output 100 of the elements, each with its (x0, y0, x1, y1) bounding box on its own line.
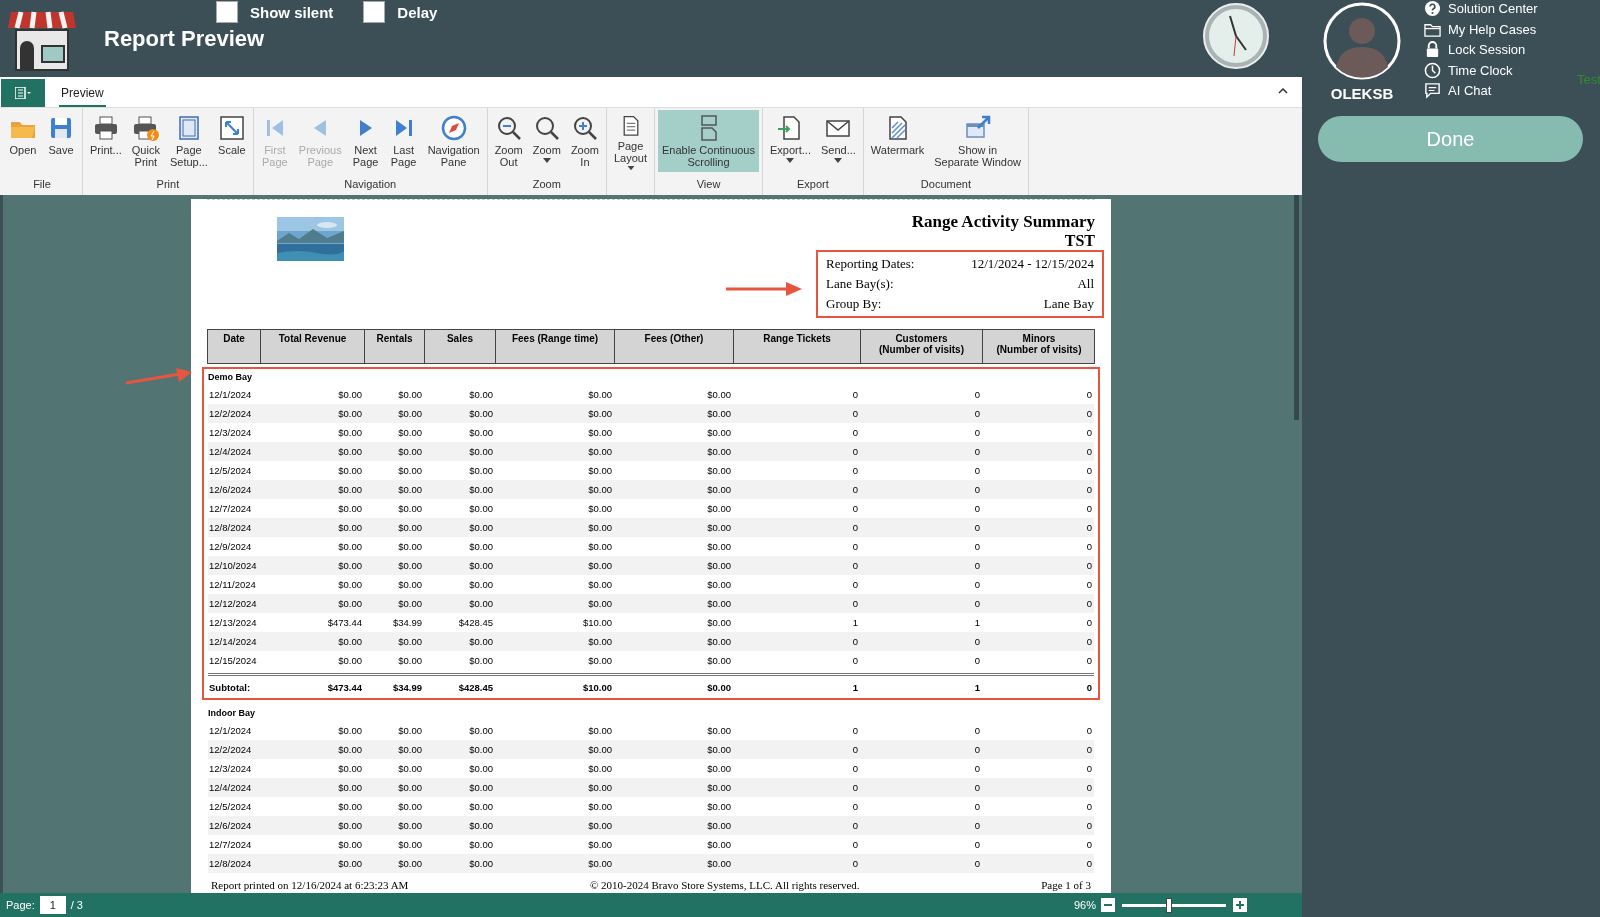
table-cell-text: 0 (1085, 484, 1093, 495)
table-cell-text: 0 (851, 446, 859, 457)
ribbon-button[interactable]: Open (5, 110, 41, 172)
ribbon-button[interactable]: Save (43, 110, 79, 172)
group-heading: Indoor Bay (208, 707, 256, 720)
lock-icon (1424, 41, 1441, 59)
table-cell-text: 0 (851, 636, 859, 647)
table-cell-text: $0.00 (468, 446, 494, 457)
table-cell-text: $0.00 (337, 820, 363, 831)
help-link[interactable]: Time Clock (1424, 61, 1538, 79)
table-cell-text: $0.00 (397, 598, 423, 609)
table-cell-text: $0.00 (587, 655, 613, 666)
table-cell-text: $0.00 (337, 598, 363, 609)
page-field[interactable]: 1 (39, 896, 66, 914)
table-cell-text: $0.00 (706, 681, 732, 693)
table-cell-text: $0.00 (706, 763, 732, 774)
table-cell-text: $0.00 (337, 503, 363, 514)
table-cell-text: 0 (1085, 522, 1093, 533)
table-cell-text: 0 (851, 560, 859, 571)
ribbon-button[interactable]: Navigation Pane (423, 110, 484, 172)
table-cell-text: 0 (1085, 744, 1093, 755)
group-label: Navigation (343, 178, 398, 192)
ribbon-button[interactable]: Scale (213, 110, 250, 172)
clock-icon (1424, 61, 1441, 79)
ribbon-button[interactable]: Zoom Out (490, 110, 527, 172)
ribbon-button[interactable]: Send... (816, 110, 860, 172)
ribbon-button[interactable]: Last Page (385, 110, 422, 172)
collapse-caret-icon[interactable] (1278, 88, 1288, 94)
table-cell-text: 0 (973, 465, 981, 476)
checkbox[interactable] (216, 1, 238, 23)
table-cell-text: $0.00 (587, 389, 613, 400)
table-cell-text: 0 (851, 408, 859, 419)
table-cell-text: $0.00 (706, 503, 732, 514)
zoom-out-button[interactable] (1101, 898, 1115, 912)
parameter-label: Group By: (826, 295, 882, 313)
table-cell-text: $0.00 (587, 427, 613, 438)
table-cell-text: $428.45 (457, 681, 494, 693)
checkbox[interactable] (363, 1, 386, 23)
table-cell-text: $0.00 (706, 636, 732, 647)
help-link[interactable]: Solution Center (1424, 0, 1538, 18)
table-cell-text: $34.99 (391, 681, 423, 693)
table-cell-text: $0.00 (587, 541, 613, 552)
ribbon-button[interactable]: Next Page (347, 110, 384, 172)
table-cell-text: $0.00 (468, 782, 494, 793)
table-cell-text: $0.00 (587, 503, 613, 514)
table-cell-text: $0.00 (706, 839, 732, 850)
table-cell-text: $428.45 (457, 617, 494, 628)
table-cell-text: $0.00 (397, 503, 423, 514)
table-cell-text: 0 (1085, 446, 1093, 457)
column-header: Customers (Number of visits) (861, 330, 983, 363)
ribbon-button[interactable]: Page Setup... (165, 110, 212, 172)
parameter-label: Reporting Dates: (826, 255, 915, 273)
table-cell-text: $0.00 (337, 484, 363, 495)
group-label: Zoom (531, 178, 562, 192)
ribbon-button[interactable]: Show in Separate Window (930, 110, 1026, 172)
table-cell-text: $0.00 (397, 465, 423, 476)
copyright: © 2010-2024 Bravo Store Systems, LLC. All rights reserved. (590, 879, 860, 891)
ribbon-button[interactable]: Page Layout (610, 110, 652, 172)
ribbon-button[interactable]: Watermark (866, 110, 929, 172)
table-cell-text: 0 (851, 465, 859, 476)
ribbon-button[interactable]: Print... (86, 110, 126, 172)
table-cell-text: $0.00 (706, 465, 732, 476)
ribbon-button[interactable]: Zoom (528, 110, 565, 172)
table-cell-text: $0.00 (468, 389, 494, 400)
help-link[interactable]: AI Chat (1424, 82, 1538, 100)
table-cell-text: $0.00 (706, 858, 732, 869)
ribbon-button[interactable]: Zoom In (566, 110, 603, 172)
app-menu-button[interactable] (1, 79, 45, 107)
table-cell-text: $0.00 (706, 408, 732, 419)
table-cell-text: $0.00 (468, 655, 494, 666)
table-cell-text: $0.00 (337, 579, 363, 590)
table-cell-text: 12/1/2024 (208, 725, 253, 736)
table-cell-text: 12/12/2024 (208, 598, 258, 609)
scrollbar[interactable] (1294, 195, 1299, 420)
help-link[interactable]: My Help Cases (1424, 20, 1538, 38)
ribbon-button[interactable]: Enable Continuous Scrolling (658, 110, 759, 172)
table-cell-text: 0 (1085, 655, 1093, 666)
table-cell-text: $0.00 (468, 801, 494, 812)
table-cell-text: $0.00 (468, 839, 494, 850)
table-cell-text: $0.00 (587, 744, 613, 755)
table-cell-text: 12/3/2024 (208, 427, 253, 438)
slider-thumb[interactable] (1165, 897, 1172, 913)
table-cell-text: $0.00 (397, 541, 423, 552)
table-cell-text: $0.00 (397, 408, 423, 419)
parameter-value: Lane Bay (1043, 295, 1094, 313)
table-cell-text: 0 (1085, 801, 1093, 812)
table-cell-text: 0 (851, 503, 859, 514)
parameter-value: 12/1/2024 - 12/15/2024 (971, 255, 1094, 273)
table-cell-text: 0 (973, 801, 981, 812)
table-cell-text: $0.00 (706, 522, 732, 533)
help-link[interactable]: Lock Session (1424, 41, 1538, 59)
parameter-label: Lane Bay(s): (826, 275, 894, 293)
ribbon-button[interactable]: Export... (766, 110, 815, 172)
table-cell-text: $0.00 (706, 617, 732, 628)
table-cell-text: 12/1/2024 (208, 389, 253, 400)
table-cell-text: 0 (973, 484, 981, 495)
zoom-in-button[interactable] (1233, 898, 1247, 912)
ribbon-button[interactable]: Quick Print (127, 110, 164, 172)
table-cell-text: $0.00 (706, 560, 732, 571)
table-cell-text: $0.00 (587, 598, 613, 609)
